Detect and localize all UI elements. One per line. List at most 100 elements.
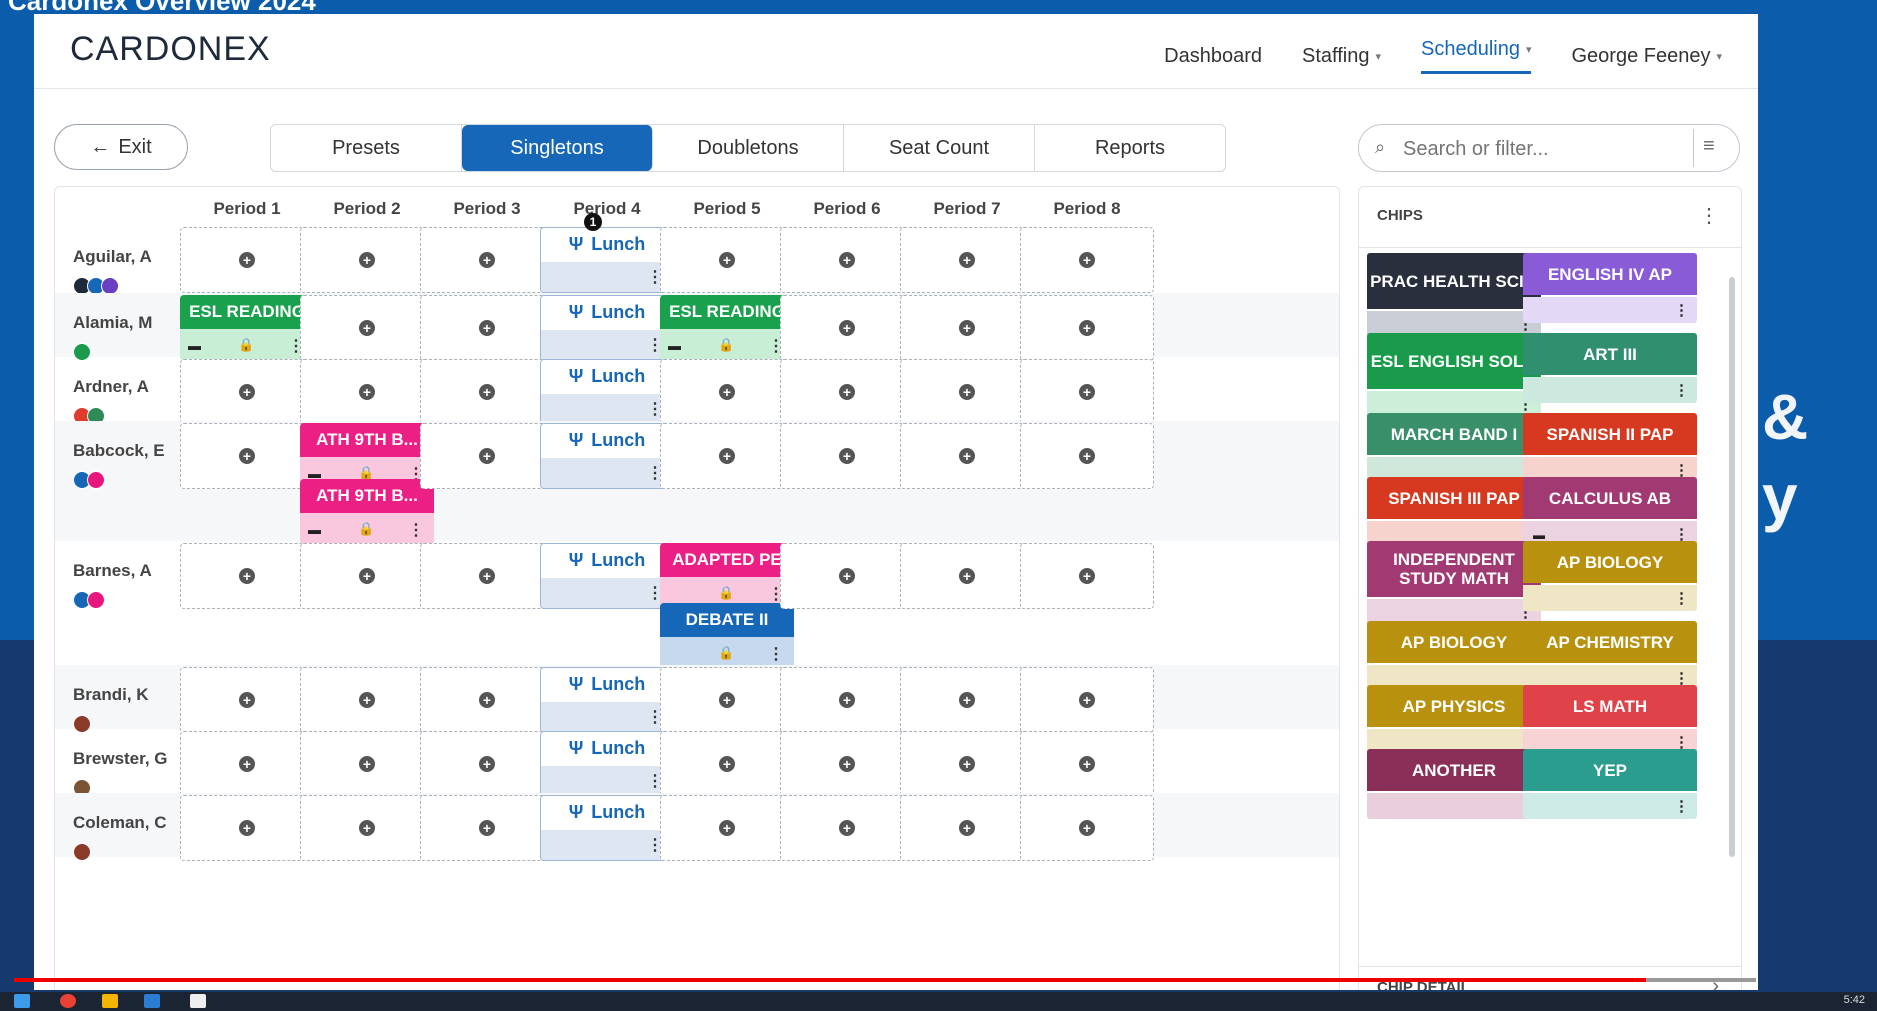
course-chip[interactable]: ESL READING ▬ 🔒 ⋮ <box>180 295 314 361</box>
app-icon[interactable] <box>190 994 206 1008</box>
chip-card[interactable]: ART III ⋮ <box>1523 333 1697 403</box>
plus-circle-icon[interactable]: + <box>479 320 495 336</box>
empty-slot[interactable]: + <box>420 543 554 609</box>
empty-slot[interactable]: + <box>900 359 1034 425</box>
empty-slot[interactable]: + <box>420 295 554 361</box>
empty-slot[interactable]: + <box>1020 543 1154 609</box>
chip-card[interactable]: INDEPENDENT STUDY MATH ⋮ <box>1367 541 1541 625</box>
chip-card[interactable]: PRAC HEALTH SCI 1 ⋮ <box>1367 253 1541 337</box>
plus-circle-icon[interactable]: + <box>479 252 495 268</box>
empty-slot[interactable]: + <box>900 667 1034 733</box>
lock-icon[interactable]: 🔒 <box>718 585 734 601</box>
empty-slot[interactable]: + <box>300 227 434 293</box>
plus-circle-icon[interactable]: + <box>719 448 735 464</box>
chip-card[interactable]: ENGLISH IV AP ⋮ <box>1523 253 1697 323</box>
chrome-icon[interactable] <box>60 994 76 1008</box>
empty-slot[interactable]: + <box>780 731 914 797</box>
empty-slot[interactable]: + <box>1020 423 1154 489</box>
empty-slot[interactable]: + <box>660 667 794 733</box>
empty-slot[interactable]: + <box>660 731 794 797</box>
chip-card[interactable]: ANOTHER⋮ <box>1367 749 1541 819</box>
empty-slot[interactable]: + <box>900 295 1034 361</box>
plus-circle-icon[interactable]: + <box>959 820 975 836</box>
course-chip[interactable]: ESL READING ▬ 🔒 ⋮ <box>660 295 794 361</box>
lunch-slot[interactable]: Ψ Lunch ⋮ <box>540 543 674 609</box>
plus-circle-icon[interactable]: + <box>479 820 495 836</box>
plus-circle-icon[interactable]: + <box>959 384 975 400</box>
tab-presets[interactable]: Presets <box>271 125 462 171</box>
empty-slot[interactable]: + <box>660 359 794 425</box>
plus-circle-icon[interactable]: + <box>839 568 855 584</box>
plus-circle-icon[interactable]: + <box>239 252 255 268</box>
plus-circle-icon[interactable]: + <box>359 320 375 336</box>
empty-slot[interactable]: + <box>420 667 554 733</box>
chips-scrollbar[interactable] <box>1729 277 1735 857</box>
plus-circle-icon[interactable]: + <box>239 448 255 464</box>
more-options-icon[interactable]: ⋮ <box>1674 589 1689 607</box>
empty-slot[interactable]: + <box>180 359 314 425</box>
empty-slot[interactable]: + <box>780 227 914 293</box>
plus-circle-icon[interactable]: + <box>239 820 255 836</box>
plus-circle-icon[interactable]: + <box>839 320 855 336</box>
empty-slot[interactable]: + <box>660 795 794 861</box>
lock-icon[interactable]: 🔒 <box>238 337 254 353</box>
chip-card[interactable]: LS MATH ⋮ <box>1523 685 1697 755</box>
lunch-slot[interactable]: Ψ Lunch ⋮ <box>540 667 674 733</box>
teacher-name[interactable]: Aguilar, A <box>73 247 152 267</box>
plus-circle-icon[interactable]: + <box>479 756 495 772</box>
empty-slot[interactable]: + <box>780 359 914 425</box>
chip-card[interactable]: MARCH BAND I⋮ <box>1367 413 1541 483</box>
course-chip[interactable]: DEBATE II 🔒 ⋮ <box>660 603 794 669</box>
plus-circle-icon[interactable]: + <box>839 692 855 708</box>
empty-slot[interactable]: + <box>780 295 914 361</box>
plus-circle-icon[interactable]: + <box>239 384 255 400</box>
empty-slot[interactable]: + <box>300 295 434 361</box>
empty-slot[interactable]: + <box>900 227 1034 293</box>
plus-circle-icon[interactable]: + <box>1079 320 1095 336</box>
teacher-name[interactable]: Babcock, E <box>73 441 165 461</box>
empty-slot[interactable]: + <box>300 543 434 609</box>
teacher-name[interactable]: Brandi, K <box>73 685 149 705</box>
more-options-icon[interactable]: ⋮ <box>408 523 424 539</box>
plus-circle-icon[interactable]: + <box>1079 692 1095 708</box>
empty-slot[interactable]: + <box>900 795 1034 861</box>
teacher-name[interactable]: Brewster, G <box>73 749 168 769</box>
empty-slot[interactable]: + <box>300 731 434 797</box>
plus-circle-icon[interactable]: + <box>719 384 735 400</box>
teacher-name[interactable]: Coleman, C <box>73 813 167 833</box>
lunch-slot[interactable]: Ψ Lunch ⋮ <box>540 795 674 861</box>
chip-card[interactable]: YEP ⋮ <box>1523 749 1697 819</box>
lock-icon[interactable]: 🔒 <box>358 521 374 537</box>
more-options-icon[interactable]: ⋮ <box>1674 381 1689 399</box>
empty-slot[interactable]: + <box>900 543 1034 609</box>
plus-circle-icon[interactable]: + <box>839 252 855 268</box>
empty-slot[interactable]: + <box>780 543 914 609</box>
plus-circle-icon[interactable]: + <box>1079 448 1095 464</box>
course-chip[interactable]: ADAPTED PE 🔒 ⋮ <box>660 543 794 609</box>
plus-circle-icon[interactable]: + <box>959 448 975 464</box>
empty-slot[interactable]: + <box>780 795 914 861</box>
plus-circle-icon[interactable]: + <box>839 384 855 400</box>
plus-circle-icon[interactable]: + <box>719 252 735 268</box>
cardonex-logo[interactable]: CARDONEX <box>70 30 271 69</box>
empty-slot[interactable]: + <box>300 667 434 733</box>
empty-slot[interactable]: + <box>900 423 1034 489</box>
plus-circle-icon[interactable]: + <box>239 568 255 584</box>
lunch-slot[interactable]: Ψ Lunch ⋮ <box>540 227 674 293</box>
chip-card[interactable]: CALCULUS AB ▬ ⋮ <box>1523 477 1697 547</box>
empty-slot[interactable]: + <box>180 227 314 293</box>
empty-slot[interactable]: + <box>780 667 914 733</box>
plus-circle-icon[interactable]: + <box>359 820 375 836</box>
more-options-icon[interactable]: ⋮ <box>1699 203 1719 228</box>
empty-slot[interactable]: + <box>300 795 434 861</box>
chip-card[interactable]: AP CHEMISTRY ⋮ <box>1523 621 1697 691</box>
empty-slot[interactable]: + <box>900 731 1034 797</box>
tab-reports[interactable]: Reports <box>1035 125 1225 171</box>
plus-circle-icon[interactable]: + <box>1079 384 1095 400</box>
teacher-name[interactable]: Alamia, M <box>73 313 152 333</box>
plus-circle-icon[interactable]: + <box>479 384 495 400</box>
video-progress-bar[interactable] <box>14 978 1646 982</box>
lock-icon[interactable]: 🔒 <box>718 645 734 661</box>
nav-user-menu[interactable]: George Feeney ▾ <box>1571 38 1722 74</box>
empty-slot[interactable]: + <box>180 543 314 609</box>
